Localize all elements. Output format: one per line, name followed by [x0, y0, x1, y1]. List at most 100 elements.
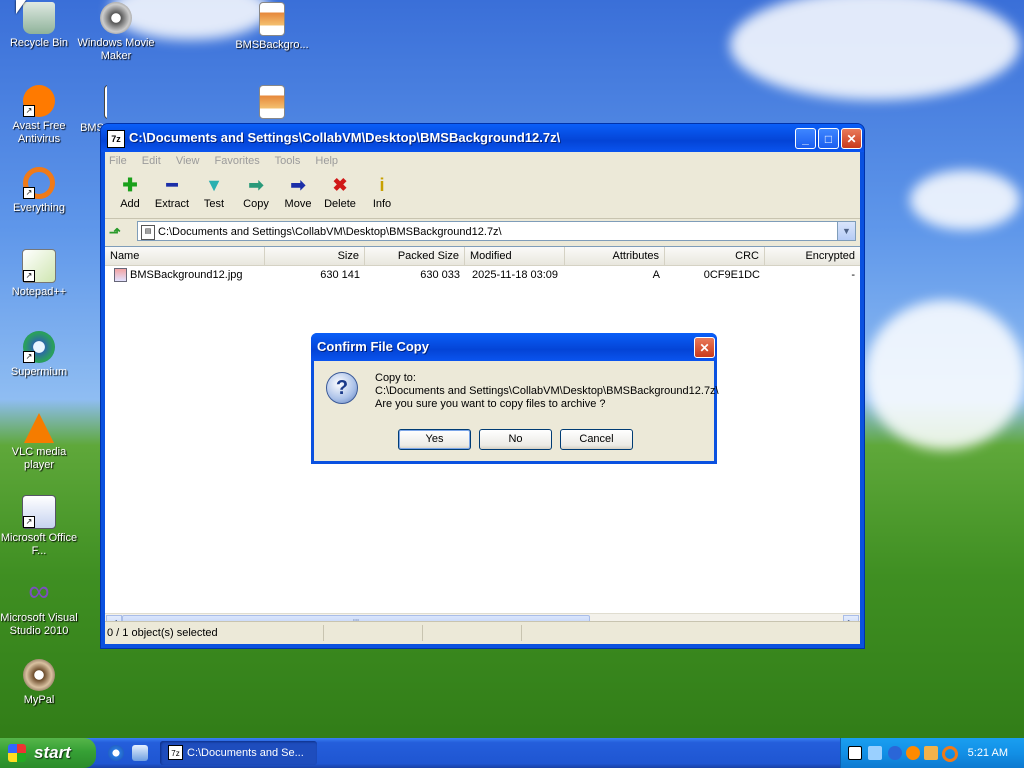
column-header-name[interactable]: Name	[105, 247, 265, 265]
message-line-path: C:\Documents and Settings\CollabVM\Deskt…	[375, 385, 719, 397]
desktop-icon-avast[interactable]: ↗ Avast Free Antivirus	[0, 85, 78, 146]
desktop-icon-microsoft-office[interactable]: ↗ Microsoft Office F...	[0, 495, 78, 558]
infinity-icon: ∞	[28, 575, 50, 608]
message-line-copy-to: Copy to:	[375, 372, 416, 384]
menu-file[interactable]: File	[109, 155, 127, 167]
status-bar: 0 / 1 object(s) selected	[105, 621, 860, 644]
desktop-icon-visual-studio[interactable]: ∞ Microsoft Visual Studio 2010	[0, 577, 78, 638]
delete-x-icon: ✖	[332, 175, 348, 195]
desktop-icon-recycle-bin[interactable]: Recycle Bin	[0, 2, 78, 50]
taskbar-button-7zip[interactable]: 7z C:\Documents and Se...	[160, 741, 317, 765]
cell-name: BMSBackground12.jpg	[109, 266, 265, 284]
status-panel	[423, 625, 522, 641]
copy-arrow-icon: ➡	[248, 175, 264, 195]
desktop-icon-label: Avast Free Antivirus	[12, 120, 66, 145]
file-name: BMSBackground12.jpg	[130, 269, 243, 281]
start-button[interactable]: start	[0, 738, 96, 768]
desktop-icon-supermium[interactable]: ↗ Supermium	[0, 331, 78, 379]
desktop-icon-label: MyPal	[23, 694, 55, 706]
shortcut-arrow-icon: ↗	[23, 516, 35, 528]
desktop-icon-everything[interactable]: ↗ Everything	[0, 167, 78, 215]
system-tray: 5:21 AM	[840, 738, 1024, 768]
office-document-icon: ↗	[22, 495, 56, 529]
extract-button[interactable]: ━ Extract	[151, 170, 193, 218]
close-button[interactable]: ✕	[841, 128, 862, 149]
desktop-icon-windows-movie-maker[interactable]: Windows Movie Maker	[77, 2, 155, 63]
column-header-attributes[interactable]: Attributes	[565, 247, 665, 265]
column-header-modified[interactable]: Modified	[465, 247, 565, 265]
dialog-title: Confirm File Copy	[317, 339, 429, 354]
address-combobox[interactable]: ▤ C:\Documents and Settings\CollabVM\Des…	[137, 221, 856, 241]
image-file-icon	[114, 268, 127, 283]
extract-icon: ━	[166, 175, 178, 195]
question-icon: ?	[326, 372, 358, 404]
menu-favorites[interactable]: Favorites	[215, 155, 260, 167]
desktop-icon-image-2[interactable]	[233, 85, 311, 122]
window-titlebar[interactable]: 7z C:\Documents and Settings\CollabVM\Des…	[101, 124, 864, 152]
network-icon[interactable]	[868, 746, 882, 760]
film-reel-icon	[100, 2, 132, 34]
desktop-icon-label: Recycle Bin	[9, 37, 69, 49]
copy-button[interactable]: ➡ Copy	[235, 170, 277, 218]
column-header-size[interactable]: Size	[265, 247, 365, 265]
cloud	[865, 300, 1024, 450]
add-button[interactable]: ✚ Add	[109, 170, 151, 218]
desktop-icon-label: Microsoft Office F...	[0, 532, 78, 557]
windows-flag-icon	[8, 744, 26, 762]
column-header-encrypted[interactable]: Encrypted	[765, 247, 860, 265]
folder-up-icon[interactable]: ⬏	[109, 224, 125, 240]
dialog-close-button[interactable]: ✕	[694, 337, 715, 358]
notepad-icon: ↗	[22, 249, 56, 283]
move-button[interactable]: ➡ Move	[277, 170, 319, 218]
no-button[interactable]: No	[479, 429, 552, 450]
column-header-crc[interactable]: CRC	[665, 247, 765, 265]
dialog-message: Copy to: C:\Documents and Settings\Colla…	[375, 372, 719, 411]
7zip-app-icon: 7z	[168, 745, 183, 760]
test-button[interactable]: ▼ Test	[193, 170, 235, 218]
info-button[interactable]: i Info	[361, 170, 403, 218]
move-label: Move	[284, 198, 312, 210]
status-text: 0 / 1 object(s) selected	[105, 625, 324, 641]
show-desktop-icon[interactable]	[132, 745, 148, 761]
volume-icon[interactable]	[924, 746, 938, 760]
desktop-icon-notepad-plus-plus[interactable]: ↗ Notepad++	[0, 249, 78, 299]
extract-label: Extract	[154, 198, 190, 210]
info-label: Info	[372, 198, 392, 210]
cloud	[730, 0, 1020, 100]
antivirus-icon[interactable]	[906, 746, 920, 760]
cell-encrypted: -	[851, 269, 855, 281]
desktop-icon-mypal[interactable]: MyPal	[0, 659, 78, 707]
dialog-body: ? Copy to: C:\Documents and Settings\Col…	[314, 361, 719, 461]
delete-button[interactable]: ✖ Delete	[319, 170, 361, 218]
menu-edit[interactable]: Edit	[142, 155, 161, 167]
menu-tools[interactable]: Tools	[275, 155, 301, 167]
raccoon-icon	[23, 659, 55, 691]
desktop-icon-label: VLC media player	[11, 446, 67, 471]
magnifier-icon: ↗	[23, 167, 55, 199]
search-icon[interactable]	[942, 746, 958, 762]
cancel-button[interactable]: Cancel	[560, 429, 633, 450]
table-row[interactable]: BMSBackground12.jpg 630 141 630 033 2025…	[105, 266, 860, 284]
yes-button[interactable]: Yes	[398, 429, 471, 450]
status-panel	[324, 625, 423, 641]
maximize-button[interactable]: □	[818, 128, 839, 149]
dialog-titlebar[interactable]: Confirm File Copy ✕	[311, 333, 717, 361]
minimize-button[interactable]: _	[795, 128, 816, 149]
desktop-icon-vlc[interactable]: VLC media player	[0, 413, 78, 472]
column-header-packed-size[interactable]: Packed Size	[365, 247, 465, 265]
menu-view[interactable]: View	[176, 155, 200, 167]
internet-explorer-icon[interactable]	[108, 745, 124, 761]
back-arrow-icon[interactable]	[888, 746, 902, 760]
delete-label: Delete	[324, 198, 356, 210]
clock[interactable]: 5:21 AM	[968, 738, 1008, 768]
chevron-down-icon[interactable]: ▼	[837, 222, 855, 240]
desktop-icon-label: BMSBackgro...	[235, 39, 309, 51]
address-bar: ⬏ ▤ C:\Documents and Settings\CollabVM\D…	[105, 221, 860, 243]
message-line-question: Are you sure you want to copy files to a…	[375, 398, 606, 410]
start-label: start	[34, 743, 71, 762]
image-file-icon	[259, 2, 285, 36]
menu-help[interactable]: Help	[315, 155, 338, 167]
archive-7z-icon	[104, 85, 107, 119]
help-icon[interactable]	[848, 746, 862, 760]
desktop-icon-bmsbackground-image[interactable]: BMSBackgro...	[233, 2, 311, 52]
